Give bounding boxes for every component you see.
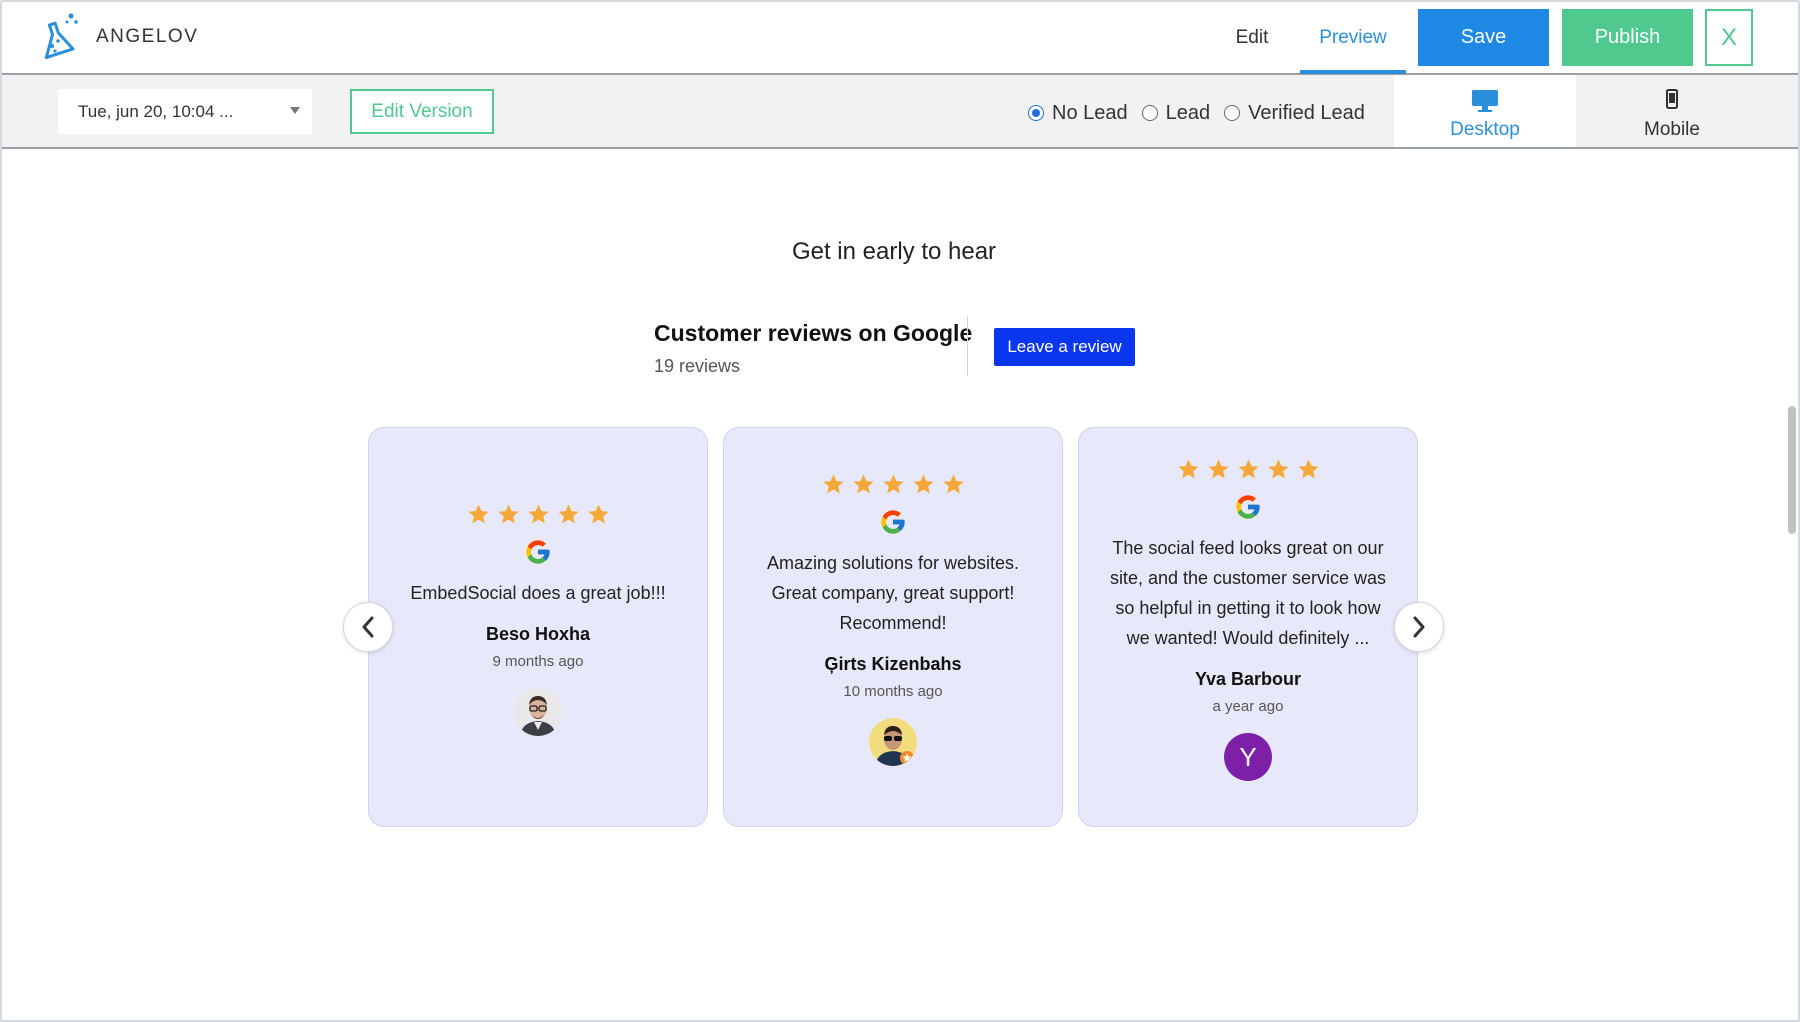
flask-icon: [44, 13, 78, 60]
avatar-photo: [514, 688, 562, 736]
review-card: EmbedSocial does a great job!!! Beso Hox…: [368, 427, 708, 827]
scrollbar-thumb[interactable]: [1788, 406, 1796, 534]
radio-label: Lead: [1165, 101, 1211, 124]
scrollbar-track[interactable]: [1784, 149, 1798, 1020]
reviews-title: Customer reviews on Google: [654, 320, 973, 346]
star-icon: [587, 504, 609, 524]
avatar: [514, 688, 562, 736]
edit-version-button[interactable]: Edit Version: [350, 89, 494, 134]
carousel-prev-button[interactable]: [343, 602, 393, 652]
radio-button[interactable]: [1224, 105, 1241, 121]
review-time: 10 months ago: [843, 683, 943, 700]
review-text: The social feed looks great on our site,…: [1109, 538, 1387, 648]
avatar: [869, 718, 917, 766]
preview-toolbar: Tue, jun 20, 10:04 ... Edit Version No L…: [2, 75, 1798, 149]
chevron-left-icon: [362, 616, 374, 638]
star-icon: [822, 474, 844, 494]
chevron-right-icon: [1413, 616, 1425, 638]
reviews-count: 19 reviews: [654, 356, 741, 376]
star-icon: [557, 504, 579, 524]
reviews-header: Customer reviews on Google 19 reviews: [654, 320, 972, 377]
star-icon: [497, 504, 519, 524]
radio-label: Verified Lead: [1248, 101, 1365, 124]
tab-edit[interactable]: Edit: [1222, 2, 1282, 74]
caret-down-icon: [290, 107, 300, 114]
radio-button[interactable]: [1028, 105, 1044, 121]
star-icon: [882, 474, 904, 494]
reviewer-name: Ģirts Kizenbahs: [824, 654, 962, 674]
avatar-photo: [869, 718, 917, 766]
phone-icon: [1666, 89, 1678, 109]
star-icon: [852, 474, 874, 494]
radio-lead[interactable]: Lead: [1141, 101, 1211, 125]
lead-radio-group: No Lead Lead Verified Lead: [1028, 100, 1379, 126]
app-window: ANGELOV Edit Preview Save Publish X Tue,…: [0, 0, 1800, 1022]
divider: [967, 316, 968, 376]
review-time: 9 months ago: [492, 653, 584, 670]
avatar: Y: [1224, 733, 1272, 781]
review-text: EmbedSocial does a great job!!!: [410, 583, 666, 603]
reviewer-name: Beso Hoxha: [485, 624, 591, 644]
star-icon: [1237, 459, 1259, 479]
tab-preview[interactable]: Preview: [1300, 2, 1406, 74]
google-icon: [1236, 495, 1260, 519]
star-rating: [467, 503, 610, 526]
radio-button[interactable]: [1141, 105, 1158, 121]
save-button[interactable]: Save: [1418, 9, 1549, 66]
tab-desktop[interactable]: Desktop: [1394, 75, 1576, 147]
review-text: Amazing solutions for websites. Great co…: [766, 553, 1020, 633]
star-icon: [467, 504, 489, 524]
star-icon: [1267, 459, 1289, 479]
google-icon: [881, 510, 905, 534]
star-icon: [912, 474, 934, 494]
star-icon: [1297, 459, 1319, 479]
top-bar: ANGELOV Edit Preview Save Publish X: [2, 2, 1798, 75]
star-icon: [1177, 459, 1199, 479]
version-value: Tue, jun 20, 10:04 ...: [78, 102, 234, 121]
close-button[interactable]: X: [1705, 9, 1753, 66]
section-heading: Get in early to hear: [791, 238, 997, 265]
radio-no-lead[interactable]: No Lead: [1028, 102, 1128, 125]
radio-verified-lead[interactable]: Verified Lead: [1224, 102, 1365, 125]
carousel-next-button[interactable]: [1394, 602, 1444, 652]
star-rating: [1177, 458, 1320, 481]
star-icon: [527, 504, 549, 524]
review-card: Amazing solutions for websites. Great co…: [723, 427, 1063, 827]
publish-button[interactable]: Publish: [1562, 9, 1693, 66]
star-icon: [942, 474, 964, 494]
reviewer-name: Yva Barbour: [1194, 669, 1302, 689]
leave-review-button[interactable]: Leave a review: [994, 328, 1135, 366]
monitor-icon: [1472, 90, 1498, 112]
review-time: a year ago: [1212, 698, 1284, 715]
tab-mobile-label: Mobile: [1644, 119, 1700, 140]
version-select[interactable]: Tue, jun 20, 10:04 ...: [58, 89, 312, 134]
brand-name: ANGELOV: [96, 26, 199, 47]
star-icon: [1207, 459, 1229, 479]
tab-mobile[interactable]: Mobile: [1578, 75, 1766, 147]
radio-label: No Lead: [1052, 101, 1128, 124]
review-card: The social feed looks great on our site,…: [1078, 427, 1418, 827]
tab-desktop-label: Desktop: [1450, 119, 1520, 140]
google-icon: [526, 540, 550, 564]
star-rating: [822, 473, 965, 496]
